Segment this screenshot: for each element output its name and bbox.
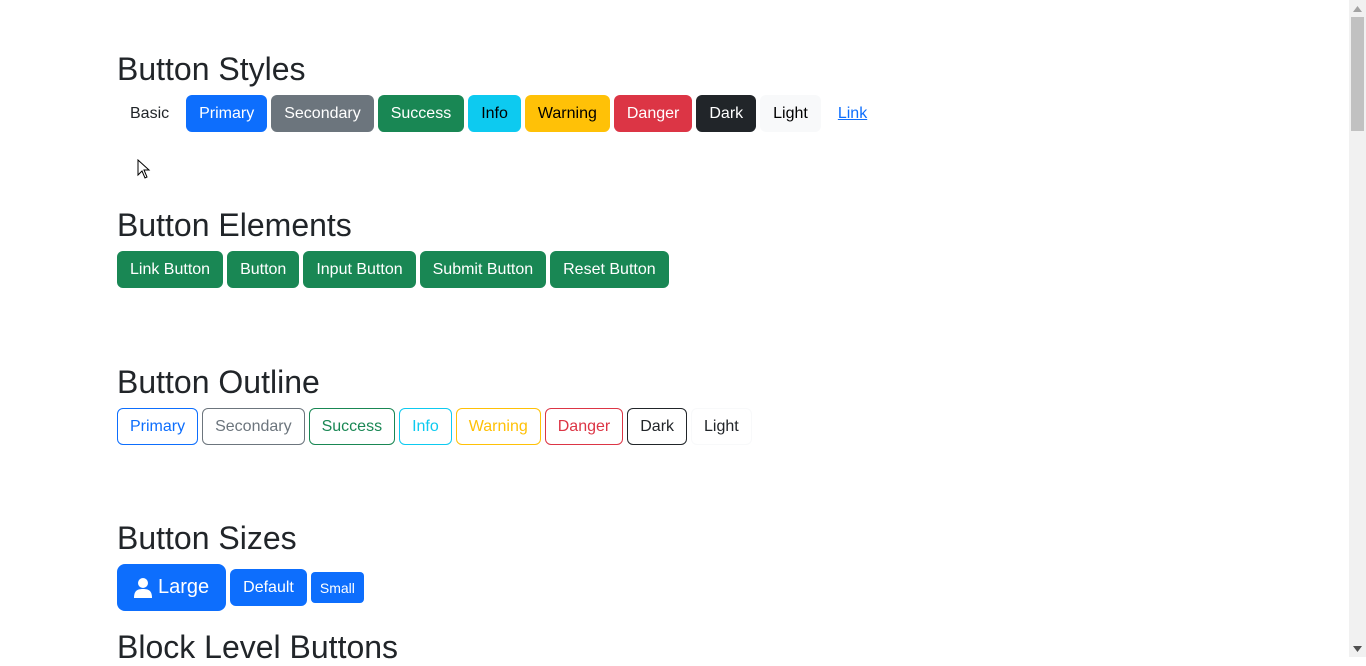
person-icon: [134, 577, 152, 598]
page: Button Styles Basic Primary Secondary Su…: [0, 0, 1349, 665]
outline-success-button[interactable]: Success: [308, 408, 396, 445]
scroll-up-arrow-icon[interactable]: [1349, 0, 1366, 17]
heading-block-buttons: Block Level Buttons: [117, 629, 399, 665]
heading-button-elements: Button Elements: [117, 207, 352, 243]
reset-button-element[interactable]: Reset Button: [550, 251, 669, 288]
submit-button-element[interactable]: Submit Button: [419, 251, 547, 288]
button-sizes-row: Large Default Small: [117, 564, 364, 611]
link-button[interactable]: Link: [825, 95, 880, 132]
default-button[interactable]: Default: [230, 569, 307, 606]
large-button-label: Large: [158, 576, 210, 598]
outline-warning-button[interactable]: Warning: [455, 408, 541, 445]
danger-button[interactable]: Danger: [613, 95, 693, 132]
section-block-buttons: Block Level Buttons: [117, 628, 398, 666]
section-button-sizes: Button Sizes Large Default Small: [117, 519, 364, 611]
vertical-scrollbar[interactable]: [1349, 0, 1366, 657]
button-styles-row: Basic Primary Secondary Success Info War…: [117, 95, 880, 132]
outline-light-button[interactable]: Light: [691, 408, 752, 445]
small-button[interactable]: Small: [310, 572, 364, 603]
outline-primary-button[interactable]: Primary: [117, 408, 199, 445]
mouse-cursor-icon: [137, 159, 151, 179]
scrollbar-thumb[interactable]: [1351, 17, 1364, 131]
outline-info-button[interactable]: Info: [399, 408, 452, 445]
outline-danger-button[interactable]: Danger: [544, 408, 624, 445]
heading-button-sizes: Button Sizes: [117, 520, 297, 556]
heading-button-styles: Button Styles: [117, 51, 306, 87]
section-button-elements: Button Elements Link Button Button Input…: [117, 206, 669, 288]
outline-dark-button[interactable]: Dark: [627, 408, 688, 445]
dark-button[interactable]: Dark: [696, 95, 757, 132]
section-button-outline: Button Outline Primary Secondary Success…: [117, 363, 752, 445]
secondary-button[interactable]: Secondary: [271, 95, 374, 132]
section-button-styles: Button Styles Basic Primary Secondary Su…: [117, 50, 880, 132]
button-element[interactable]: Button: [227, 251, 300, 288]
heading-button-outline: Button Outline: [117, 364, 320, 400]
info-button[interactable]: Info: [468, 95, 521, 132]
button-elements-row: Link Button Button Input Button Submit B…: [117, 251, 669, 288]
input-button-element[interactable]: Input Button: [303, 251, 416, 288]
button-outline-row: Primary Secondary Success Info Warning D…: [117, 408, 752, 445]
scroll-down-arrow-icon[interactable]: [1349, 640, 1366, 657]
success-button[interactable]: Success: [377, 95, 465, 132]
large-button[interactable]: Large: [117, 564, 227, 611]
primary-button[interactable]: Primary: [186, 95, 268, 132]
link-button-element[interactable]: Link Button: [117, 251, 224, 288]
warning-button[interactable]: Warning: [524, 95, 610, 132]
light-button[interactable]: Light: [760, 95, 821, 132]
outline-secondary-button[interactable]: Secondary: [202, 408, 305, 445]
basic-button[interactable]: Basic: [117, 95, 182, 132]
